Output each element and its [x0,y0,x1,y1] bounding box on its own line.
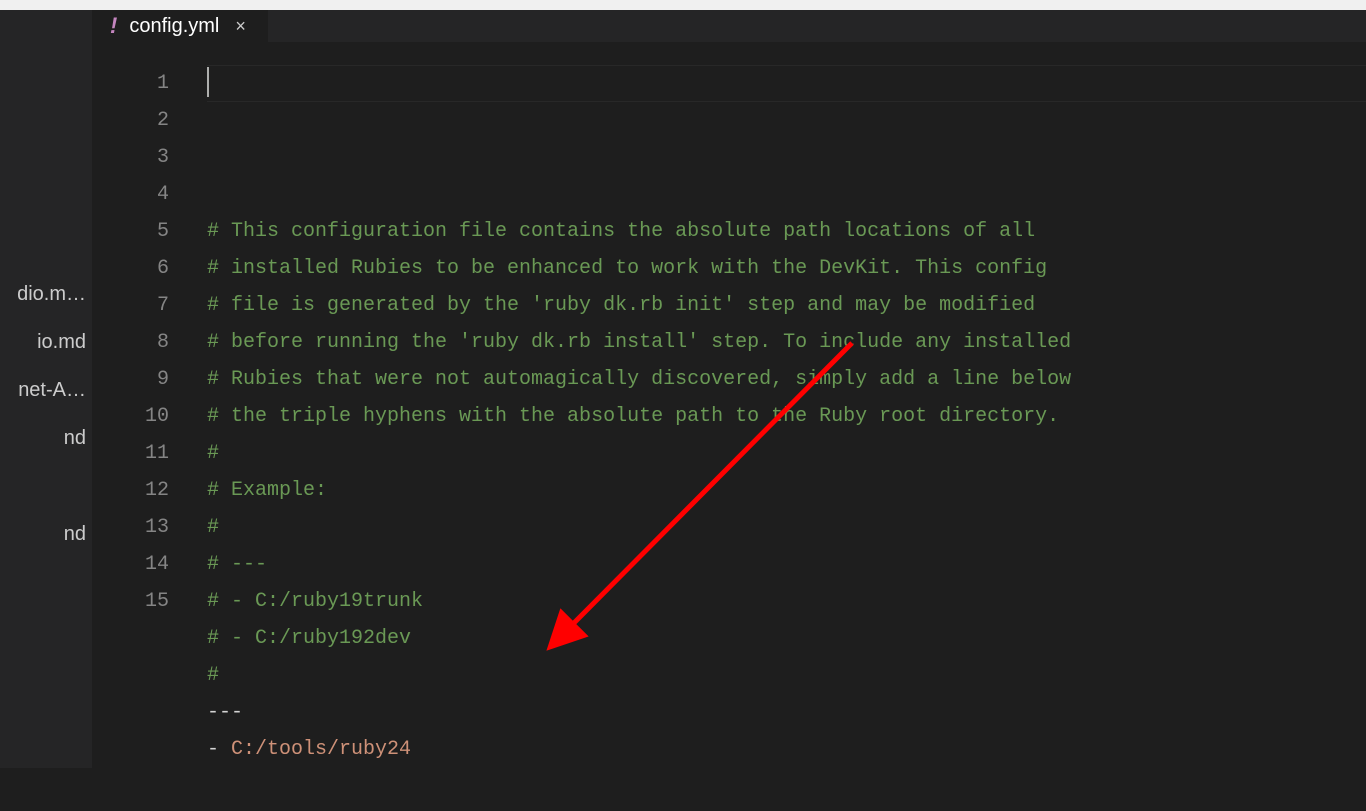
close-icon[interactable]: × [231,16,250,37]
code-line[interactable]: # Example: [207,472,1366,509]
tab-bar: ! config.yml × [92,10,1366,43]
code-line[interactable]: # installed Rubies to be enhanced to wor… [207,250,1366,287]
text-cursor [207,67,209,97]
line-number-gutter: 123456789101112131415 [92,65,207,768]
window-top-strip [0,0,1366,10]
tab-filename: config.yml [129,15,219,38]
line-number: 3 [92,139,169,176]
line-number: 8 [92,324,169,361]
main-container: dio.m… io.md net-A… nd nd ! config.yml ×… [0,10,1366,768]
line-number: 12 [92,472,169,509]
code-line[interactable]: - C:/tools/ruby24 [207,731,1366,768]
code-line[interactable]: # --- [207,546,1366,583]
code-line[interactable]: # - C:/ruby19trunk [207,583,1366,620]
code-line[interactable]: # [207,435,1366,472]
explorer-item[interactable]: dio.m… [0,270,92,318]
tab-config-yml[interactable]: ! config.yml × [92,10,268,42]
code-editor[interactable]: 123456789101112131415 # This configurati… [92,43,1366,768]
line-number: 15 [92,583,169,620]
code-line[interactable]: # before running the 'ruby dk.rb install… [207,324,1366,361]
code-line[interactable]: # file is generated by the 'ruby dk.rb i… [207,287,1366,324]
code-line[interactable]: # [207,509,1366,546]
explorer-item[interactable]: net-A… [0,366,92,414]
line-number: 13 [92,509,169,546]
line-number: 9 [92,361,169,398]
yaml-file-icon: ! [110,13,117,39]
line-number: 7 [92,287,169,324]
editor-area: ! config.yml × 123456789101112131415 # T… [92,10,1366,768]
code-content[interactable]: # This configuration file contains the a… [207,65,1366,768]
code-line[interactable]: # the triple hyphens with the absolute p… [207,398,1366,435]
explorer-item[interactable]: io.md [0,318,92,366]
code-line[interactable]: # [207,657,1366,694]
line-number: 5 [92,213,169,250]
line-number: 4 [92,176,169,213]
line-number: 11 [92,435,169,472]
line-number: 14 [92,546,169,583]
explorer-item[interactable]: nd [0,510,92,558]
explorer-item[interactable]: nd [0,414,92,462]
code-line[interactable]: # Rubies that were not automagically dis… [207,361,1366,398]
code-line[interactable]: # - C:/ruby192dev [207,620,1366,657]
line-number: 6 [92,250,169,287]
line-number: 1 [92,65,169,102]
line-number: 10 [92,398,169,435]
current-line-highlight [207,65,1366,102]
code-line[interactable]: --- [207,694,1366,731]
code-line[interactable]: # This configuration file contains the a… [207,213,1366,250]
file-explorer[interactable]: dio.m… io.md net-A… nd nd [0,10,92,768]
line-number: 2 [92,102,169,139]
explorer-item[interactable] [0,462,92,510]
